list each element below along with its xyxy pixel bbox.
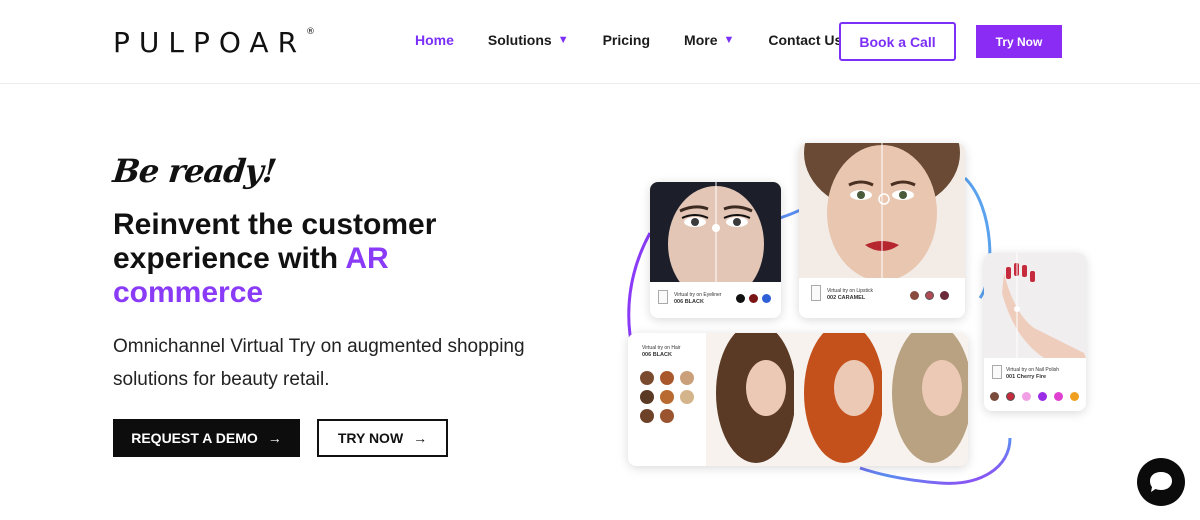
product-thumb <box>992 365 1002 379</box>
nav-more[interactable]: More ▼ <box>684 32 734 48</box>
shade-swatch[interactable] <box>1070 392 1079 401</box>
nail-polish-card[interactable]: Virtual try on Nail Polish 001 Cherry Fir… <box>984 253 1086 411</box>
eyeliner-photo <box>650 182 781 282</box>
nav-pricing[interactable]: Pricing <box>603 32 650 48</box>
arrow-right-icon: → <box>413 430 428 446</box>
shade-swatch[interactable] <box>1054 392 1063 401</box>
hair-photo <box>706 333 968 466</box>
hair-caption: Virtual try on Hair 006 BLACK <box>642 345 681 358</box>
hair-card[interactable]: Virtual try on Hair 006 BLACK <box>628 333 968 466</box>
lipstick-caption: Virtual try on Lipstick 002 CARAMEL <box>827 288 874 301</box>
brand-logo[interactable]: PULPOAR® <box>113 26 315 59</box>
eyeliner-caption: Virtual try on Eyeliner 006 BLACK <box>674 292 722 305</box>
ar-tryon-collage: Virtual try on Eyeliner 006 BLACK Virtual… <box>620 138 1095 493</box>
nav-home[interactable]: Home <box>415 32 454 48</box>
product-thumb <box>658 290 668 304</box>
nav-contact-us[interactable]: Contact Us <box>768 32 842 48</box>
eyeliner-card[interactable]: Virtual try on Eyeliner 006 BLACK <box>650 182 781 318</box>
shade-swatch[interactable] <box>736 294 745 303</box>
shade-swatch[interactable] <box>762 294 771 303</box>
shade-swatch[interactable] <box>990 392 999 401</box>
hero-headline: Reinvent the customer experience with AR… <box>113 208 437 309</box>
chevron-down-icon: ▼ <box>557 34 569 46</box>
shade-swatch[interactable] <box>1006 392 1015 401</box>
shade-swatch[interactable] <box>749 294 758 303</box>
nav-solutions[interactable]: Solutions ▼ <box>488 32 569 48</box>
nail-photo <box>984 253 1086 358</box>
arrow-right-icon: → <box>267 430 282 446</box>
try-now-button[interactable]: TRY NOW → <box>317 419 448 457</box>
shade-swatch[interactable] <box>910 291 919 300</box>
shade-swatch[interactable] <box>925 291 934 300</box>
main-nav: Home Solutions ▼ Pricing More ▼ Contact Us <box>415 32 842 48</box>
hero-subtitle: Omnichannel Virtual Try on augmented sho… <box>113 336 525 390</box>
book-call-button[interactable]: Book a Call <box>839 22 956 61</box>
product-thumb <box>811 285 821 301</box>
lipstick-photo <box>799 143 965 278</box>
shade-swatch[interactable] <box>940 291 949 300</box>
shade-swatch[interactable] <box>1038 392 1047 401</box>
shade-swatch[interactable] <box>1022 392 1031 401</box>
hair-swatch-grid[interactable] <box>638 369 698 425</box>
nail-caption: Virtual try on Nail Polish 001 Cherry Fir… <box>1006 367 1059 380</box>
site-header: PULPOAR® Home Solutions ▼ Pricing More ▼ C… <box>0 0 1200 84</box>
chat-bubble-icon <box>1150 472 1172 492</box>
try-now-nav-button[interactable]: Try Now <box>976 25 1062 58</box>
request-demo-button[interactable]: REQUEST A DEMO → <box>113 419 300 457</box>
hero-tagline: Be ready! <box>111 152 278 190</box>
chevron-down-icon: ▼ <box>723 34 735 46</box>
chat-widget-button[interactable] <box>1137 458 1185 506</box>
lipstick-card[interactable]: Virtual try on Lipstick 002 CARAMEL <box>799 143 965 318</box>
